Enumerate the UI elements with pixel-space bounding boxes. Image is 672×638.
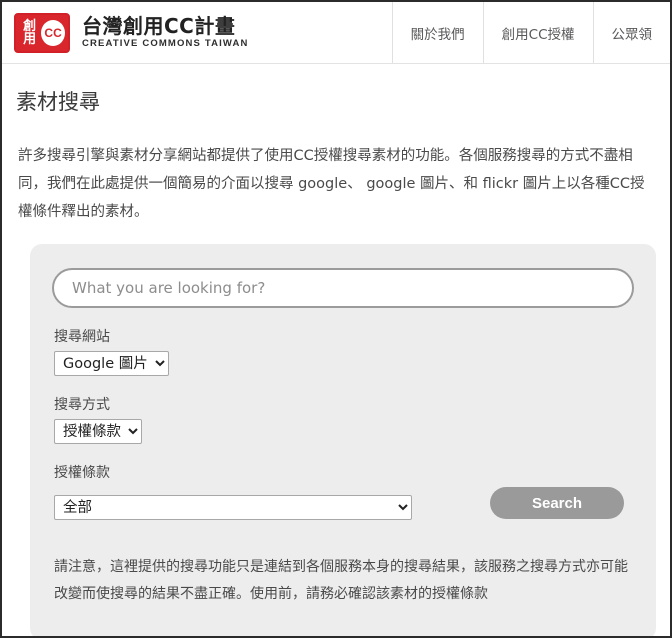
search-submit-button[interactable]: Search	[490, 487, 624, 519]
brand-title: 台灣創用CC計畫	[82, 14, 236, 38]
select-license-terms[interactable]: 全部	[54, 495, 412, 520]
label-license-terms: 授權條款	[54, 465, 110, 481]
nav-item-about[interactable]: 關於我們	[391, 2, 483, 63]
page-title: 素材搜尋	[16, 90, 100, 114]
select-search-method[interactable]: 授權條款	[54, 419, 142, 444]
page-root: 創用 CC 台灣創用CC計畫 CREATIVE COMMONS TAIWAN 關…	[0, 0, 672, 638]
cc-circle-icon: CC	[41, 19, 65, 46]
site-logo[interactable]: 創用 CC 台灣創用CC計畫 CREATIVE COMMONS TAIWAN	[2, 2, 248, 63]
disclaimer-note: 請注意，這裡提供的搜尋功能只是連結到各個服務本身的搜尋結果，該服務之搜尋方式亦可…	[54, 559, 628, 602]
nav-item-public-domain[interactable]: 公眾領	[592, 2, 671, 63]
label-search-method: 搜尋方式	[54, 397, 110, 413]
search-panel: 搜尋網站 Google 圖片 搜尋方式 授權條款 授權條款 全部 Search …	[30, 244, 656, 636]
license-row: 全部 Search	[52, 487, 634, 520]
select-search-site[interactable]: Google 圖片	[54, 351, 169, 376]
main-nav: 關於我們 創用CC授權 公眾領	[391, 2, 671, 63]
label-search-site: 搜尋網站	[54, 329, 110, 345]
site-header: 創用 CC 台灣創用CC計畫 CREATIVE COMMONS TAIWAN 關…	[2, 2, 670, 64]
search-input[interactable]	[52, 268, 634, 308]
brand-subtitle: CREATIVE COMMONS TAIWAN	[82, 38, 249, 49]
logo-chinese-chars: 創用	[23, 18, 36, 47]
cc-taiwan-logo-icon: 創用 CC	[14, 12, 70, 53]
brand-text: 台灣創用CC計畫 CREATIVE COMMONS TAIWAN	[82, 15, 248, 50]
nav-item-cc-license[interactable]: 創用CC授權	[482, 2, 593, 63]
intro-paragraph: 許多搜尋引擎與素材分享網站都提供了使用CC授權搜尋素材的功能。各個服務搜尋的方式…	[18, 148, 645, 220]
